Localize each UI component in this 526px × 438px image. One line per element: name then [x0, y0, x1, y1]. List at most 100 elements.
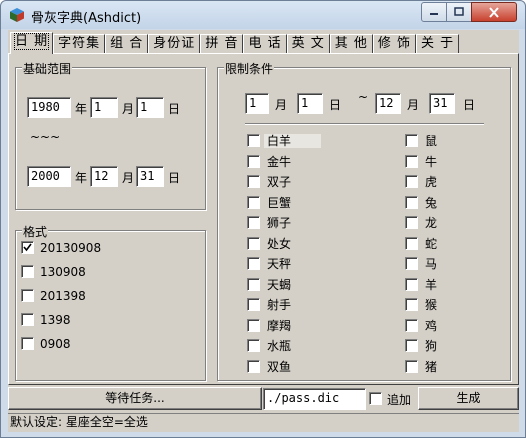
animals-checkbox[interactable] — [405, 134, 418, 147]
limit-to-month-input[interactable]: 12 — [375, 93, 401, 114]
tab-label: 字符集 — [58, 36, 101, 51]
animals-checkbox[interactable] — [405, 339, 418, 352]
status-bar: 默认设定: 星座全空=全选 — [8, 413, 519, 432]
app-window: 骨灰字典(Ashdict) 日 期 字符集 组 合 身份证 拼 音 电 话 英 … — [0, 0, 526, 438]
animals-label: 鸡 — [425, 318, 438, 333]
tab-pinyin[interactable]: 拼 音 — [200, 34, 244, 54]
end-month-input[interactable]: 12 — [90, 166, 118, 187]
animals-label: 鼠 — [425, 134, 438, 148]
zodiac-checkbox[interactable] — [247, 318, 260, 332]
animals-label: 马 — [425, 257, 438, 271]
tab-charset[interactable]: 字符集 — [53, 34, 106, 54]
minimize-icon — [430, 13, 438, 15]
tab-label: 修 饰 — [377, 36, 412, 51]
animals-checkbox[interactable] — [405, 236, 418, 250]
zodiac-label: 白羊 — [264, 134, 322, 148]
format-checkbox-1398[interactable] — [21, 313, 34, 326]
zodiac-checkbox[interactable] — [247, 359, 260, 373]
title-bar[interactable]: 骨灰字典(Ashdict) — [1, 1, 525, 29]
limit-separator — [245, 123, 484, 125]
animals-checkbox[interactable] — [405, 359, 418, 373]
day-label: 日 — [168, 171, 181, 185]
limit-from-day-input[interactable]: 1 — [297, 93, 323, 114]
zodiac-label: 双鱼 — [267, 359, 292, 374]
animals-checkbox[interactable] — [405, 318, 418, 332]
animals-label: 猪 — [425, 359, 438, 374]
format-checkbox-201398[interactable] — [21, 289, 34, 302]
animals-label: 牛 — [425, 154, 438, 169]
day-label: 日 — [463, 98, 476, 112]
tab-modify[interactable]: 修 饰 — [372, 34, 417, 54]
zodiac-checkbox[interactable] — [247, 257, 260, 270]
animals-checkbox[interactable] — [405, 298, 418, 311]
minimize-button[interactable] — [421, 2, 447, 22]
client-area: 日 期 字符集 组 合 身份证 拼 音 电 话 英 文 其 他 修 饰 关 于 … — [8, 30, 519, 432]
zodiac-checkbox[interactable] — [247, 134, 260, 147]
zodiac-checkbox[interactable] — [247, 277, 260, 291]
month-label: 月 — [275, 98, 288, 112]
animals-label: 狗 — [425, 339, 438, 353]
animals-checkbox[interactable] — [405, 277, 418, 291]
zodiac-label: 摩羯 — [267, 318, 292, 333]
animals-checkbox[interactable] — [405, 175, 418, 188]
tab-label: 组 合 — [110, 36, 144, 51]
generate-button[interactable]: 生成 — [418, 387, 519, 410]
format-checkbox-0908[interactable] — [21, 337, 34, 350]
format-checkbox-20130908[interactable] — [21, 241, 34, 254]
tab-label: 其 他 — [334, 36, 368, 51]
close-button[interactable] — [471, 2, 517, 22]
tab-strip: 日 期 字符集 组 合 身份证 拼 音 电 话 英 文 其 他 修 饰 关 于 — [10, 32, 460, 54]
end-day-input[interactable]: 31 — [136, 166, 164, 187]
tab-other[interactable]: 其 他 — [329, 34, 373, 54]
tab-english[interactable]: 英 文 — [286, 34, 330, 54]
format-group-label: 格式 — [22, 223, 49, 240]
tab-combine[interactable]: 组 合 — [105, 34, 149, 54]
zodiac-checkbox[interactable] — [247, 216, 260, 229]
output-path-input[interactable]: ./pass.dic — [263, 388, 366, 410]
tab-date[interactable]: 日 期 — [10, 32, 54, 54]
zodiac-label: 射手 — [267, 298, 292, 312]
checkmark-icon — [23, 243, 32, 252]
limit-to-day-input[interactable]: 31 — [429, 93, 455, 114]
tab-idcard[interactable]: 身份证 — [148, 34, 201, 54]
tab-about[interactable]: 关 于 — [416, 34, 460, 54]
zodiac-checkbox[interactable] — [247, 195, 260, 209]
tab-label: 英 文 — [291, 36, 325, 51]
zodiac-checkbox[interactable] — [247, 236, 260, 250]
format-checkbox-130908[interactable] — [21, 265, 34, 278]
zodiac-checkbox[interactable] — [247, 175, 260, 188]
tab-phone[interactable]: 电 话 — [243, 34, 287, 54]
start-day-input[interactable]: 1 — [136, 97, 164, 118]
animals-label: 蛇 — [425, 236, 438, 251]
tab-label: 身份证 — [153, 36, 196, 51]
zodiac-label: 天秤 — [267, 257, 292, 271]
animals-checkbox[interactable] — [405, 154, 418, 168]
zodiac-checkbox[interactable] — [247, 154, 260, 168]
task-button[interactable]: 等待任务... — [8, 387, 262, 410]
limit-from-month-input[interactable]: 1 — [245, 93, 269, 114]
range-group-label: 基础范围 — [22, 60, 73, 77]
animals-label: 羊 — [425, 277, 438, 292]
maximize-button[interactable] — [446, 2, 472, 22]
tab-label: 日 期 — [13, 33, 50, 50]
start-year-input[interactable]: 1980 — [27, 97, 71, 118]
animals-checkbox[interactable] — [405, 195, 418, 209]
end-year-input[interactable]: 2000 — [27, 166, 71, 187]
year-label: 年 — [75, 171, 88, 185]
zodiac-label: 水瓶 — [267, 339, 292, 353]
append-checkbox[interactable] — [369, 392, 382, 405]
window-title: 骨灰字典(Ashdict) — [31, 11, 142, 26]
animals-label: 虎 — [425, 175, 438, 189]
start-month-input[interactable]: 1 — [90, 97, 118, 118]
month-label: 月 — [122, 102, 135, 116]
zodiac-checkbox[interactable] — [247, 339, 260, 352]
range-separator: ~~~ — [30, 130, 61, 144]
animals-checkbox[interactable] — [405, 216, 418, 229]
format-label: 130908 — [40, 265, 86, 279]
animals-label: 龙 — [425, 216, 438, 230]
animals-checkbox[interactable] — [405, 257, 418, 270]
range-group: 基础范围 1980 年 1 月 1 日 ~~~ 2000 年 12 月 31 日 — [15, 60, 206, 210]
zodiac-checkbox[interactable] — [247, 298, 260, 311]
zodiac-label: 金牛 — [267, 154, 292, 169]
format-group: 格式 20130908 130908 201398 1398 0908 — [15, 223, 206, 381]
